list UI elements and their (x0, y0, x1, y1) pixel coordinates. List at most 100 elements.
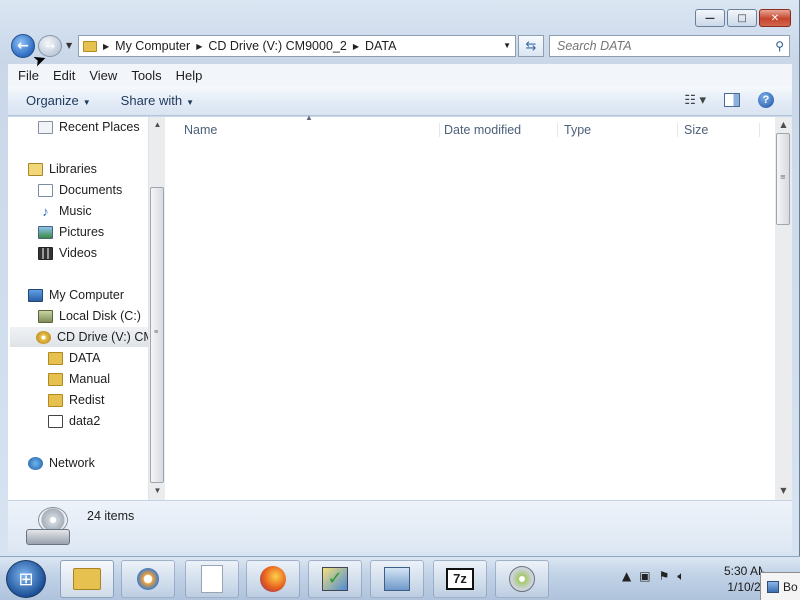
taskbar-media-player[interactable] (121, 560, 175, 598)
folder-icon (73, 568, 101, 590)
nav-documents[interactable]: Documents (38, 180, 122, 200)
document-icon (201, 565, 223, 593)
column-size[interactable]: Size (676, 123, 760, 137)
action-center-icon[interactable]: ⚑ (659, 569, 670, 584)
scroll-down-icon[interactable]: ▼ (775, 483, 792, 499)
nav-libraries[interactable]: Libraries (28, 159, 97, 179)
start-button[interactable]: ⊞ (6, 560, 46, 598)
nav-folder-redist[interactable]: Redist (48, 390, 104, 410)
menu-tools[interactable]: Tools (131, 68, 161, 83)
nav-music[interactable]: ♪ Music (38, 201, 91, 221)
taskbar-firefox[interactable] (246, 560, 300, 598)
taskbar-control-panel[interactable] (370, 560, 424, 598)
breadcrumb-separator-icon[interactable]: ▶ (353, 42, 359, 51)
menu-bar: File Edit View Tools Help (8, 64, 792, 86)
search-icon[interactable]: ⚲ (775, 39, 784, 53)
network-icon (28, 456, 43, 470)
details-pane: 24 items (8, 500, 792, 552)
nav-videos[interactable]: Videos (38, 243, 97, 263)
column-type[interactable]: Type (556, 123, 678, 137)
organize-button[interactable]: Organize ▼ (26, 93, 91, 108)
file-list-scrollbar[interactable]: ▲ ≡ ▼ (775, 117, 792, 500)
nav-item-label: Local Disk (C:) (59, 309, 141, 323)
breadcrumb-cd-drive[interactable]: CD Drive (V:) CM9000_2 (208, 39, 346, 53)
column-date-modified[interactable]: Date modified (436, 123, 558, 137)
breadcrumb-data[interactable]: DATA (365, 39, 396, 53)
nav-folder-manual[interactable]: Manual (48, 369, 110, 389)
cd-drive-icon (36, 330, 51, 344)
nav-cd-drive[interactable]: CD Drive (V:) CM (10, 327, 154, 347)
caption-buttons: — □ ✕ (695, 9, 791, 27)
breadcrumb-my-computer[interactable]: My Computer (115, 39, 190, 53)
cd-app-icon (509, 566, 535, 592)
close-button[interactable]: ✕ (759, 9, 791, 27)
recent-places-icon (38, 120, 53, 134)
taskbar-cd-app[interactable] (495, 560, 549, 598)
nav-folder-data[interactable]: DATA (48, 348, 100, 368)
refresh-icon: ⇆ (525, 38, 537, 54)
menu-view[interactable]: View (89, 68, 117, 83)
control-panel-icon (384, 567, 410, 591)
refresh-button[interactable]: ⇆ (518, 35, 544, 57)
taskbar-7zip[interactable]: 7z (433, 560, 487, 598)
clock[interactable]: 5:30 AM 1/10/2 (724, 563, 764, 595)
organize-label: Organize (26, 93, 79, 108)
firefox-icon (260, 566, 286, 592)
preview-pane-icon[interactable] (724, 93, 740, 107)
nav-network[interactable]: Network (28, 453, 95, 473)
navigation-row: ← → ▼ ▶ My Computer ▶ CD Drive (V:) CM90… (0, 34, 800, 60)
search-box: ⚲ (549, 35, 790, 57)
folder-icon (83, 40, 97, 52)
nav-item-label: DATA (69, 351, 101, 365)
address-dropdown-icon[interactable]: ▼ (503, 41, 511, 50)
recent-pages-dropdown[interactable]: ▼ (66, 41, 72, 50)
pictures-icon (38, 225, 53, 239)
scroll-down-icon[interactable]: ▼ (149, 483, 166, 499)
nav-file-data2[interactable]: data2 (48, 411, 100, 431)
nav-item-label: Pictures (59, 225, 105, 239)
scroll-up-icon[interactable]: ▲ (775, 117, 792, 133)
taskbar: ⊞ ✓ 7z ▲ ▣ ⚑ 🔈︎ 5:30 AM 1/10/2 (0, 556, 800, 600)
chevron-down-icon: ▼ (82, 98, 91, 107)
nav-item-label: data2 (69, 414, 101, 428)
breadcrumb-separator-icon[interactable]: ▶ (196, 42, 202, 51)
clock-time: 5:30 AM (724, 564, 764, 578)
notification-popup[interactable]: Bo (760, 572, 800, 600)
cd-drive-large-icon (26, 507, 70, 547)
nav-item-label: CD Drive (V:) CM (57, 330, 154, 344)
taskbar-explorer[interactable] (60, 560, 114, 598)
nav-pane-scrollbar[interactable]: ▲ ≡ ▼ (148, 117, 165, 500)
scroll-up-icon[interactable]: ▲ (149, 117, 166, 133)
volume-icon[interactable]: 🔈︎ (677, 569, 684, 584)
change-view-icon[interactable]: ☷ ▾ (684, 92, 706, 108)
file-list-pane: ▲ Name Date modified Type Size ▲ ≡ ▼ (166, 113, 792, 500)
notification-app-icon (767, 580, 779, 593)
nav-pane-scroll-thumb[interactable]: ≡ (150, 187, 164, 483)
file-list-scroll-thumb[interactable]: ≡ (776, 133, 790, 225)
breadcrumb-separator-icon[interactable]: ▶ (103, 42, 109, 51)
videos-icon (38, 246, 53, 260)
minimize-button[interactable]: — (695, 9, 725, 27)
navigation-pane: Recent Places Libraries Documents ♪ Music… (8, 117, 166, 500)
documents-icon (38, 183, 53, 197)
taskbar-document[interactable] (185, 560, 239, 598)
share-with-button[interactable]: Share with ▼ (121, 93, 194, 108)
computer-icon (28, 288, 43, 302)
sort-ascending-icon: ▲ (305, 113, 313, 122)
maximize-button[interactable]: □ (727, 9, 757, 27)
drive-body-shape (26, 529, 70, 545)
address-bar[interactable]: ▶ My Computer ▶ CD Drive (V:) CM9000_2 ▶… (78, 35, 516, 57)
nav-recent-places[interactable]: Recent Places (38, 117, 140, 137)
show-hidden-icons-icon[interactable]: ▲ (622, 569, 631, 584)
column-name[interactable]: Name (176, 123, 440, 137)
taskbar-installer[interactable]: ✓ (308, 560, 362, 598)
search-input[interactable] (557, 39, 767, 53)
nav-pictures[interactable]: Pictures (38, 222, 104, 242)
network-tray-icon[interactable]: ▣ (639, 569, 650, 584)
menu-help[interactable]: Help (176, 68, 203, 83)
content-area: Recent Places Libraries Documents ♪ Music… (8, 113, 792, 500)
help-icon[interactable]: ? (758, 92, 774, 108)
menu-edit[interactable]: Edit (53, 68, 75, 83)
nav-local-disk[interactable]: Local Disk (C:) (38, 306, 141, 326)
nav-my-computer[interactable]: My Computer (28, 285, 124, 305)
